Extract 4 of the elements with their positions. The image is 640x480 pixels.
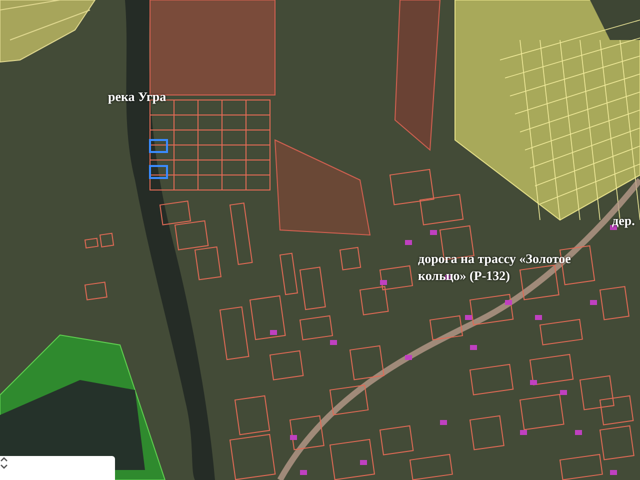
- up-down-chevron-icon: [0, 456, 8, 470]
- dropdown-select[interactable]: [0, 456, 115, 480]
- river-label: река Угра: [108, 88, 168, 105]
- village-label: дер.: [612, 212, 636, 229]
